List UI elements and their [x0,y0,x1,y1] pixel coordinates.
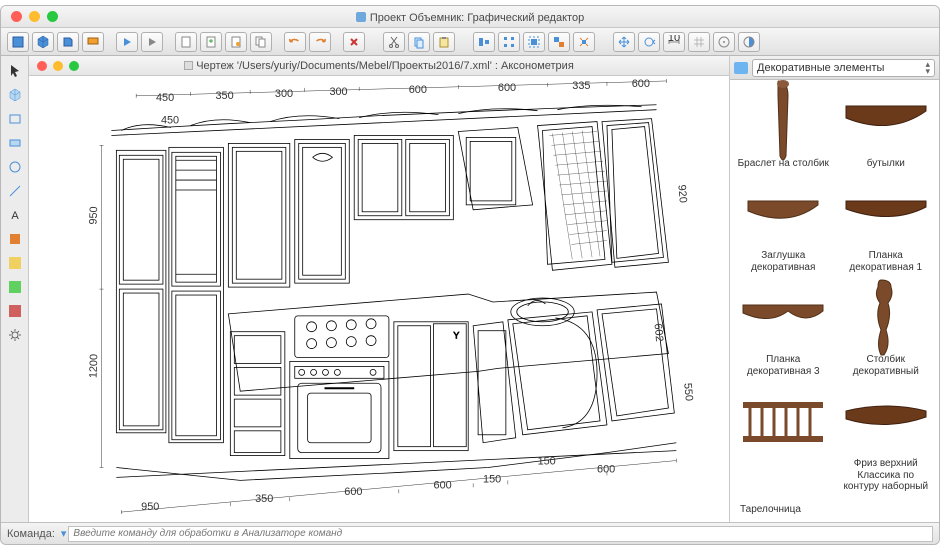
view-side-button[interactable] [57,32,79,52]
kitchen-drawing: Y 450 350 300 300 600 600 335 600 [29,76,729,522]
svg-text:150: 150 [483,473,501,485]
view-top-button[interactable] [82,32,104,52]
app-window: Проект Объемник: Графический редактор 1 [0,5,940,545]
color-swatch-3[interactable] [4,300,26,322]
snap-button[interactable] [713,32,735,52]
svg-text:550: 550 [681,382,695,401]
svg-text:600: 600 [434,479,452,491]
render-button[interactable] [116,32,138,52]
chevron-updown-icon: ▴▾ [925,61,930,75]
svg-text:600: 600 [632,78,650,90]
canvas-area: Чертеж '/Users/yuriy/Documents/Mebel/Про… [29,56,729,522]
svg-text:300: 300 [329,86,347,98]
group-button[interactable] [523,32,545,52]
distribute-button[interactable] [498,32,520,52]
status-bar: Команда: ▾ [1,522,939,544]
command-label: Команда: [7,528,55,540]
new-plus-button[interactable] [200,32,222,52]
app-icon [356,12,366,22]
catalog-item[interactable]: Планка декоративная 1 [837,176,936,276]
svg-text:600: 600 [498,82,516,94]
line-tool[interactable] [4,180,26,202]
view-front-button[interactable] [7,32,29,52]
view-iso-button[interactable] [32,32,54,52]
category-combo[interactable]: Декоративные элементы ▴▾ [752,59,935,77]
copy-button[interactable] [250,32,272,52]
rotate-button[interactable] [638,32,660,52]
undo-button[interactable] [284,32,306,52]
explode-button[interactable] [573,32,595,52]
preview-button[interactable] [141,32,163,52]
catalog-item[interactable]: Столбик декоративный [837,280,936,380]
svg-text:Y: Y [453,331,459,341]
svg-text:600: 600 [344,486,362,498]
grid-button[interactable] [688,32,710,52]
document-title: Чертеж '/Users/yuriy/Documents/Mebel/Про… [29,60,729,72]
paint-tool[interactable] [4,228,26,250]
catalog-item[interactable]: Фриз верхний Классика по контуру наборны… [837,384,936,495]
catalog-item[interactable] [734,384,833,495]
doc-icon [184,61,193,70]
main-toolbar: 10 [1,28,939,56]
svg-text:600: 600 [409,84,427,96]
dim-button[interactable]: 10 [663,32,685,52]
left-toolbar: A [1,56,29,522]
command-input[interactable] [68,526,933,542]
folder-icon [734,62,748,74]
catalog-item[interactable]: Браслет на столбик [734,84,833,172]
svg-text:920: 920 [675,184,689,203]
svg-text:10: 10 [668,35,680,44]
titlebar: Проект Объемник: Графический редактор [1,6,939,28]
catalog-item[interactable]: Тарелочница [734,500,935,518]
svg-text:350: 350 [215,90,233,102]
redo-button[interactable] [309,32,331,52]
dropdown-icon[interactable]: ▾ [61,527,67,540]
color-swatch-2[interactable] [4,276,26,298]
svg-text:450: 450 [161,115,179,127]
circle-tool[interactable] [4,156,26,178]
delete-button[interactable] [343,32,365,52]
app-title: Проект Объемник: Графический редактор [1,10,939,24]
svg-text:A: A [11,210,19,222]
drawing-canvas[interactable]: Y 450 350 300 300 600 600 335 600 [29,76,729,522]
svg-text:950: 950 [88,206,101,225]
ungroup-button[interactable] [548,32,570,52]
catalog-item[interactable]: Планка декоративная 3 [734,280,833,380]
svg-text:950: 950 [141,501,159,513]
settings-tool[interactable] [4,324,26,346]
document-titlebar: Чертеж '/Users/yuriy/Documents/Mebel/Про… [29,56,729,76]
catalog-item[interactable]: Заглушка декоративная [734,176,833,276]
svg-text:150: 150 [538,456,556,468]
copy2-button[interactable] [408,32,430,52]
rect-tool[interactable] [4,108,26,130]
shade-button[interactable] [738,32,760,52]
library-panel: Декоративные элементы ▴▾ Браслет на стол… [729,56,939,522]
color-swatch-1[interactable] [4,252,26,274]
text-tool[interactable]: A [4,204,26,226]
pointer-tool[interactable] [4,60,26,82]
svg-text:335: 335 [572,80,590,92]
open-button[interactable] [225,32,247,52]
paste-button[interactable] [433,32,455,52]
svg-text:600: 600 [597,463,615,475]
align-button[interactable] [473,32,495,52]
catalog-grid[interactable]: Браслет на столбик бутылки Заглушка деко… [730,80,939,522]
svg-text:450: 450 [156,92,174,104]
svg-text:602: 602 [652,323,666,342]
cube-tool[interactable] [4,84,26,106]
svg-text:300: 300 [275,88,293,100]
catalog-item[interactable]: бутылки [837,84,936,172]
svg-text:1200: 1200 [88,354,101,379]
content-area: A Чертеж '/Users/yuriy/Documents/Mebel/П… [1,56,939,522]
move-button[interactable] [613,32,635,52]
new-doc-button[interactable] [175,32,197,52]
panel-tool[interactable] [4,132,26,154]
cut-button[interactable] [383,32,405,52]
panel-header: Декоративные элементы ▴▾ [730,56,939,80]
